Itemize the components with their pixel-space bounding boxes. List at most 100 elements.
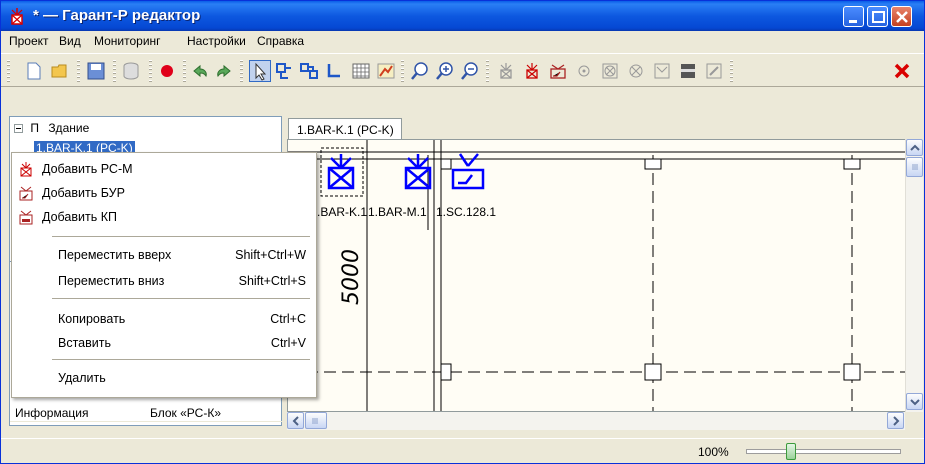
menu-copy[interactable]: Копировать Ctrl+C bbox=[12, 308, 316, 330]
property-value: Блок «РС-К» bbox=[150, 406, 222, 420]
menu-project[interactable]: Проект bbox=[9, 34, 49, 48]
zoom-slider-track[interactable] bbox=[746, 449, 901, 454]
add-rs-m-icon[interactable] bbox=[495, 60, 517, 82]
x-box-icon[interactable] bbox=[599, 60, 621, 82]
property-row[interactable]: Информация Блок «РС-К» bbox=[10, 404, 283, 422]
close-button[interactable] bbox=[891, 6, 912, 27]
zoom-slider-thumb[interactable] bbox=[786, 443, 796, 460]
scroll-left-button[interactable] bbox=[287, 412, 304, 429]
scroll-thumb[interactable] bbox=[906, 157, 923, 177]
toolbar-grip bbox=[486, 60, 489, 82]
tree-node-label: Здание bbox=[48, 121, 90, 135]
menu-move-down[interactable]: Переместить вниз Shift+Ctrl+S bbox=[12, 270, 316, 292]
toolbar-grip bbox=[183, 60, 186, 82]
filter-icon[interactable] bbox=[651, 60, 673, 82]
drawing-canvas[interactable]: .BAR-K.1 1.BAR-M.1 1.SC.128.1 5000 bbox=[287, 139, 906, 412]
x-circle-icon[interactable] bbox=[625, 60, 647, 82]
status-bar: 100% bbox=[1, 438, 924, 463]
menu-add-bur[interactable]: Добавить БУР bbox=[12, 182, 316, 204]
shortcut-label: Shift+Ctrl+W bbox=[235, 248, 306, 262]
add-element-icon[interactable] bbox=[273, 60, 295, 82]
menu-item-label: Добавить РС-М bbox=[42, 162, 133, 176]
menu-item-label: Добавить БУР bbox=[42, 186, 125, 200]
window-title: * — Гарант-Р редактор bbox=[33, 7, 201, 24]
zoom-level: 100% bbox=[698, 445, 729, 459]
menu-item-label: Копировать bbox=[58, 312, 126, 326]
shortcut-label: Shift+Ctrl+S bbox=[238, 274, 306, 288]
menu-separator bbox=[52, 236, 310, 237]
title-bar[interactable]: * — Гарант-Р редактор bbox=[1, 1, 924, 31]
maximize-button[interactable] bbox=[867, 6, 888, 27]
group-icon[interactable] bbox=[298, 60, 320, 82]
edit-icon[interactable] bbox=[703, 60, 725, 82]
editor-window: * — Гарант-Р редактор Проект Вид Монитор… bbox=[0, 0, 925, 464]
menu-separator bbox=[52, 359, 310, 360]
shortcut-label: Ctrl+V bbox=[270, 336, 306, 350]
menu-move-up[interactable]: Переместить вверх Shift+Ctrl+W bbox=[12, 244, 316, 266]
add-rs-k-icon[interactable] bbox=[521, 60, 543, 82]
scroll-up-button[interactable] bbox=[906, 139, 923, 156]
rs-m-icon bbox=[20, 162, 32, 177]
undo-icon[interactable] bbox=[189, 60, 211, 82]
zoom-in-icon[interactable] bbox=[434, 60, 456, 82]
dimension-label: 5000 bbox=[339, 249, 364, 305]
device-label: .BAR-K.1 bbox=[317, 205, 367, 219]
toolbar-grip bbox=[113, 60, 116, 82]
scroll-thumb-horizontal[interactable] bbox=[305, 412, 327, 429]
tab-bar-k-1[interactable]: 1.BAR-K.1 (PC-K) bbox=[288, 118, 402, 140]
redo-icon[interactable] bbox=[213, 60, 235, 82]
menu-item-label: Добавить КП bbox=[42, 210, 117, 224]
add-bur-icon[interactable] bbox=[547, 60, 569, 82]
pointer-icon[interactable] bbox=[249, 60, 271, 82]
database-icon[interactable] bbox=[120, 60, 142, 82]
horizontal-scrollbar[interactable] bbox=[287, 412, 905, 430]
floor-plan[interactable]: .BAR-K.1 1.BAR-M.1 1.SC.128.1 5000 bbox=[288, 140, 906, 412]
shortcut-label: Ctrl+C bbox=[270, 312, 306, 326]
menu-paste[interactable]: Вставить Ctrl+V bbox=[12, 332, 316, 354]
menu-add-rs-m[interactable]: Добавить РС-М bbox=[12, 158, 316, 180]
device-label: 1.BAR-M.1 bbox=[368, 205, 427, 219]
open-folder-icon[interactable] bbox=[49, 60, 71, 82]
vertical-scrollbar[interactable] bbox=[905, 139, 923, 412]
tab-label: 1.BAR-K.1 (PC-K) bbox=[297, 123, 394, 137]
menu-add-kp[interactable]: Добавить КП bbox=[12, 206, 316, 228]
toolbar-grip bbox=[240, 60, 243, 82]
menu-separator bbox=[52, 298, 310, 299]
toolbar bbox=[1, 53, 924, 87]
record-icon[interactable] bbox=[156, 60, 178, 82]
menu-settings[interactable]: Настройки bbox=[187, 34, 246, 48]
menu-delete[interactable]: Удалить bbox=[12, 367, 316, 389]
menu-item-label: Удалить bbox=[58, 371, 106, 385]
bur-icon bbox=[19, 186, 33, 201]
minimize-button[interactable] bbox=[843, 6, 864, 27]
delete-icon[interactable] bbox=[891, 60, 913, 82]
zoom-out-icon[interactable] bbox=[459, 60, 481, 82]
app-icon bbox=[11, 8, 23, 25]
menu-bar: Проект Вид Мониторинг Настройки Справка bbox=[1, 31, 924, 52]
toolbar-grip[interactable] bbox=[7, 60, 10, 82]
chart-icon[interactable] bbox=[375, 60, 397, 82]
scroll-right-button[interactable] bbox=[887, 412, 904, 429]
device-label: 1.SC.128.1 bbox=[436, 205, 496, 219]
circle-icon[interactable] bbox=[573, 60, 595, 82]
menu-monitoring[interactable]: Мониторинг bbox=[94, 34, 161, 48]
toolbar-grip bbox=[149, 60, 152, 82]
tree-node-building[interactable]: П Здание bbox=[14, 121, 89, 135]
toolbar-grip bbox=[77, 60, 80, 82]
menu-item-label: Вставить bbox=[58, 336, 111, 350]
zoom-fit-icon[interactable] bbox=[409, 60, 431, 82]
context-menu: Добавить РС-М Добавить БУР Добавить КП П… bbox=[11, 152, 317, 398]
folder-icon: П bbox=[30, 121, 39, 135]
save-icon[interactable] bbox=[85, 60, 107, 82]
menu-help[interactable]: Справка bbox=[257, 34, 304, 48]
menu-view[interactable]: Вид bbox=[59, 34, 81, 48]
scroll-down-button[interactable] bbox=[906, 393, 923, 410]
new-file-icon[interactable] bbox=[23, 60, 45, 82]
kp-icon bbox=[19, 210, 33, 225]
rect-icon[interactable] bbox=[677, 60, 699, 82]
grid-icon[interactable] bbox=[350, 60, 372, 82]
line-icon[interactable] bbox=[323, 60, 345, 82]
collapse-icon[interactable] bbox=[14, 124, 23, 133]
toolbar-grip bbox=[401, 60, 404, 82]
property-key: Информация bbox=[15, 406, 89, 420]
